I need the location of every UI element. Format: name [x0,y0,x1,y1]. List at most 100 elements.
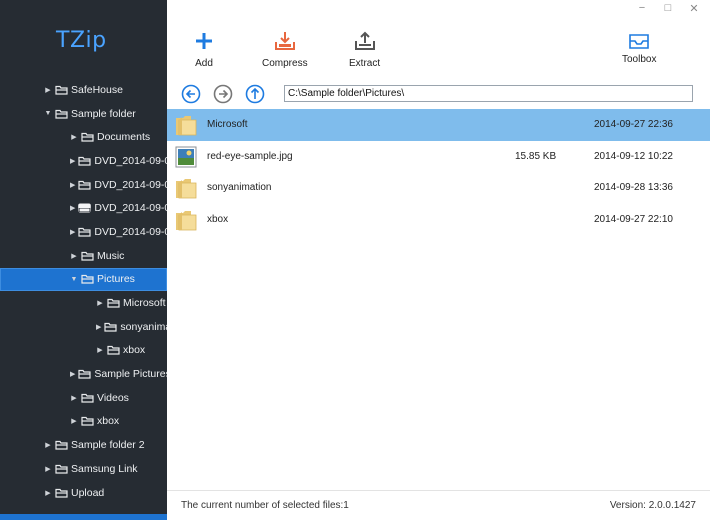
sidebar-item[interactable]: ▶ Documents [0,125,167,149]
extract-button[interactable]: Extract [349,30,380,69]
folder-icon [107,345,120,356]
caret-right-icon[interactable]: ▶ [96,346,104,354]
sidebar-item-label: Sample folder 2 [71,439,145,452]
sidebar-item[interactable]: ▶ Music [0,244,167,268]
file-row[interactable]: xbox 2014-09-27 22:10 [167,204,710,236]
sidebar-item[interactable]: ▶ DVD_2014-09-0 [0,149,167,173]
drive-icon [78,203,92,213]
sidebar-item[interactable]: ▶ Sample Pictures [0,362,167,386]
folder-icon [55,109,68,119]
caret-right-icon[interactable]: ▶ [44,489,52,497]
toolbox-icon [628,30,650,52]
caret-down-icon[interactable]: ▼ [44,110,52,117]
folder-icon [78,369,91,379]
sidebar-item-label: Upload [71,486,105,499]
forward-button[interactable] [213,84,233,104]
sidebar-item[interactable]: ▶ Sample folder 2 [0,433,167,457]
sidebar-item[interactable]: ▶ Samsung Link [0,457,167,481]
caret-right-icon[interactable]: ▶ [70,204,75,212]
folder-icon [175,176,197,200]
caret-down-icon[interactable]: ▼ [70,276,78,283]
plus-icon [195,30,213,52]
compress-button[interactable]: Compress [262,30,308,69]
selected-count-text: The current number of selected files:1 [181,500,349,511]
sidebar-item[interactable]: ▶ Upload [0,481,167,505]
caret-right-icon[interactable]: ▶ [70,252,78,260]
up-arrow-icon [245,84,265,104]
version-text: Version: 2.0.0.1427 [609,500,696,511]
file-name: Microsoft [207,119,248,131]
window-controls: − □ ✕ [636,2,700,15]
sidebar-item-label: sonyanimation [120,320,167,333]
extract-icon [354,30,376,52]
caret-right-icon[interactable]: ▶ [70,394,78,402]
sidebar-item[interactable]: ▶ DVD_2014-09-0 [0,173,167,197]
sidebar-item[interactable]: ▶ Microsoft [0,291,167,315]
toolbox-label: Toolbox [622,54,657,65]
file-row[interactable]: Microsoft 2014-09-27 22:36 [167,109,710,141]
folder-icon [107,298,120,308]
caret-right-icon[interactable]: ▶ [70,228,75,236]
caret-right-icon[interactable]: ▶ [70,417,78,425]
sidebar: TZip ▶ SafeHouse ▼ Sample folder ▶ Documents ▶… [0,0,167,520]
folder-tree: ▶ SafeHouse ▼ Sample folder ▶ Documents ▶ DVD_2… [0,78,167,504]
sidebar-item-label: DVD_2014-09-0 [94,178,167,191]
folder-icon [104,322,117,332]
compress-label: Compress [262,58,308,69]
sidebar-item[interactable]: ▶ Videos [0,386,167,410]
file-row[interactable]: red-eye-sample.jpg 15.85 KB 2014-09-12 10:… [167,141,710,173]
sidebar-item-label: Microsoft [123,297,166,310]
sidebar-item[interactable]: ▶ sonyanimation [0,315,167,339]
sidebar-item-label: Samsung Link [71,462,138,475]
status-bar: The current number of selected files:1 V… [167,490,710,520]
toolbox-button[interactable]: Toolbox [622,30,656,65]
folder-icon [78,227,91,237]
add-button[interactable]: Add [195,30,213,69]
add-label: Add [195,58,213,69]
file-date: 2014-09-27 22:10 [594,213,673,225]
caret-right-icon[interactable]: ▶ [44,441,52,449]
sidebar-item-label: xbox [97,415,120,428]
back-button[interactable] [181,84,201,104]
sidebar-item-label: Sample Pictures [94,368,167,381]
caret-right-icon[interactable]: ▶ [70,370,75,378]
sidebar-item[interactable]: ▶ DVD_2014-09-0 [0,196,167,220]
caret-right-icon[interactable]: ▶ [44,86,52,94]
sidebar-item[interactable]: ▼ Sample folder [0,102,167,126]
folder-icon [55,464,68,474]
folder-icon [81,393,94,403]
maximize-button[interactable]: □ [662,2,674,15]
navigation-bar [167,82,710,106]
compress-icon [274,30,296,52]
caret-right-icon[interactable]: ▶ [70,181,75,189]
file-date: 2014-09-27 22:36 [594,119,673,131]
sidebar-item[interactable]: ▶ SafeHouse [0,78,167,102]
sidebar-item-label: DVD_2014-09-0 [94,154,167,167]
extract-label: Extract [349,58,381,69]
sidebar-item[interactable]: ▶ xbox [0,410,167,434]
file-name: xbox [207,213,229,225]
sidebar-item[interactable]: ▶ xbox [0,339,167,363]
address-input[interactable] [284,85,693,102]
minimize-button[interactable]: − [636,2,648,15]
close-button[interactable]: ✕ [688,2,700,15]
sidebar-item[interactable]: ▼ Pictures [0,267,167,292]
back-arrow-icon [181,84,201,104]
file-row[interactable]: sonyanimation 2014-09-28 13:36 [167,172,710,204]
file-size: 15.85 KB [515,150,557,162]
caret-right-icon[interactable]: ▶ [44,465,52,473]
folder-icon [78,180,91,190]
sidebar-item-label: Sample folder [71,107,136,120]
sidebar-item-label: DVD_2014-09-0 [94,202,167,215]
folder-icon [81,132,94,142]
sidebar-item-label: Documents [97,131,151,144]
up-button[interactable] [245,84,265,104]
folder-icon [81,274,94,284]
folder-icon [78,156,91,166]
caret-right-icon[interactable]: ▶ [96,323,101,331]
caret-right-icon[interactable]: ▶ [96,299,104,307]
caret-right-icon[interactable]: ▶ [70,157,75,165]
sidebar-item[interactable]: ▶ DVD_2014-09-0 [0,220,167,244]
caret-right-icon[interactable]: ▶ [70,133,78,141]
sidebar-item-label: Videos [97,391,129,404]
